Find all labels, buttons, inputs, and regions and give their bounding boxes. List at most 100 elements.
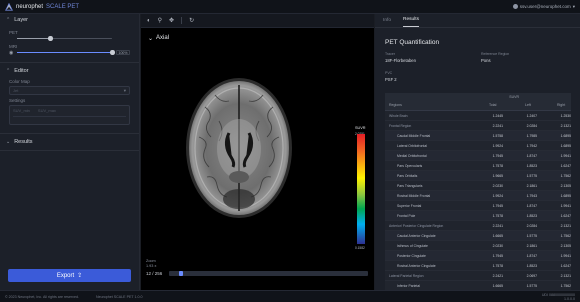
total-cell: 1.7945 <box>492 203 503 208</box>
results-section-header[interactable]: ⌄ Results <box>0 136 139 148</box>
region-name-cell: Isthmus of Cingulate <box>397 243 428 248</box>
table-row[interactable]: Pars Triangularis 2.0230 2.1861 2.1305 <box>385 181 571 191</box>
layer-section-header[interactable]: ⌃ Layer <box>0 14 139 26</box>
pet-opacity-slider[interactable] <box>17 36 112 41</box>
suvr-table: SUVR Regions Total Left Right Whole Brai… <box>385 93 571 290</box>
table-row[interactable]: Lateral Orbitofrontal 1.9924 1.7942 1.6895 <box>385 141 571 151</box>
right-cell: 1.9941 <box>560 153 571 158</box>
mri-opacity-slider[interactable] <box>17 50 115 55</box>
column-header-right: Right <box>557 103 566 107</box>
footer: © 2023 Neurophet, Inc. All rights are re… <box>0 290 580 302</box>
region-name-cell: Medial Orbitofrontal <box>397 153 427 158</box>
total-cell: 1.6665 <box>492 233 503 238</box>
top-bar: neurophet SCALE PET ssv.user@neurophet.c… <box>0 0 580 14</box>
left-cell: 1.8523 <box>526 263 537 268</box>
pet-slider-fill <box>17 37 51 40</box>
settings-range-track[interactable] <box>13 116 126 117</box>
region-name-cell: Rostral Middle Frontal <box>397 193 431 198</box>
total-cell: 1.9924 <box>492 193 503 198</box>
app-window: neurophet SCALE PET ssv.user@neurophet.c… <box>0 0 580 302</box>
total-cell: 1.7578 <box>492 163 503 168</box>
suv-min-field[interactable]: SUV_min <box>13 108 30 113</box>
right-cell: 1.9941 <box>560 203 571 208</box>
total-cell: 1.5758 <box>492 133 503 138</box>
toolbar-divider <box>181 17 183 24</box>
left-cell: 1.5775 <box>526 233 537 238</box>
table-row[interactable]: Caudal Middle Frontal 1.5758 1.7985 1.6895 <box>385 131 571 141</box>
region-name-cell: Caudal Middle Frontal <box>397 133 431 138</box>
contrast-icon[interactable]: ◐ <box>147 18 151 24</box>
mri-slider-handle[interactable] <box>110 50 115 55</box>
image-viewer[interactable]: ◐ ⚲ ✥ ↻ ⌄ Axial SUVR 0.1582 Zoom 1.93 x … <box>141 14 374 290</box>
total-cell: 1.9924 <box>492 143 503 148</box>
brand-logo-icon <box>5 2 13 11</box>
right-cell: 2.1321 <box>560 273 571 278</box>
region-name-cell: Pars Orbitalis <box>397 173 418 178</box>
zoom-icon[interactable]: ⚲ <box>158 17 162 24</box>
results-title: Results <box>14 139 33 145</box>
slice-slider-handle[interactable] <box>178 270 183 276</box>
region-name-cell: Caudal Anterior Cingulate <box>397 233 436 238</box>
udi-code: UDI 0880000000000 <box>541 292 575 297</box>
region-name-cell: Frontal Region <box>389 123 412 128</box>
total-cell: 1.2445 <box>492 113 503 118</box>
table-row[interactable]: Whole Brain 1.2445 1.2407 1.2530 <box>385 111 571 121</box>
tab-results[interactable]: Results <box>403 17 420 27</box>
quantification-meta: Tracer 18F-Florbetaben Reference Region … <box>385 52 571 90</box>
divider <box>0 133 139 134</box>
user-menu[interactable]: ssv.user@neurophet.com ▾ <box>512 4 575 10</box>
total-cell: 1.7578 <box>492 213 503 218</box>
chevron-down-icon: ⌄ <box>6 139 11 145</box>
colormap-select[interactable]: Jet ▾ <box>9 86 130 95</box>
table-row[interactable]: Lateral Parietal Region 2.2421 2.0697 2.132… <box>385 271 571 281</box>
table-row[interactable]: Isthmus of Cingulate 2.0230 2.1861 2.1305 <box>385 241 571 251</box>
suvr-group-header: SUVR <box>509 95 519 99</box>
view-selector[interactable]: ⌄ Axial <box>148 35 169 42</box>
mri-slider-fill <box>17 51 112 54</box>
table-row[interactable]: Caudal Anterior Cingulate 1.6665 1.5775 1.7… <box>385 231 571 241</box>
slice-slider[interactable] <box>169 270 368 276</box>
table-row[interactable]: Frontal Pole 1.7578 1.8523 1.6247 <box>385 211 571 221</box>
region-name-cell: Pars Opercularis <box>397 163 423 168</box>
right-cell: 1.6247 <box>560 213 571 218</box>
avatar-icon <box>512 4 518 9</box>
table-row[interactable]: Anterior/ Posterior Cingulate Region 2.22… <box>385 221 571 231</box>
table-row[interactable]: Posterior Cingulate 1.7945 1.8747 1.9941 <box>385 251 571 261</box>
reference-region-value: Pons <box>481 58 491 63</box>
total-cell: 2.0230 <box>492 183 503 188</box>
tab-info[interactable]: Info <box>383 18 391 27</box>
total-cell: 1.9665 <box>492 173 503 178</box>
slice-count: 12 / 256 <box>146 270 163 276</box>
left-cell: 1.5775 <box>526 173 537 178</box>
mri-value-box[interactable]: 100% <box>116 50 130 55</box>
editor-section-header[interactable]: ⌃ Editor <box>0 65 139 77</box>
eye-icon[interactable]: ◉ <box>9 50 13 56</box>
table-row[interactable]: Rostral Middle Frontal 1.9924 1.7943 1.6895 <box>385 191 571 201</box>
total-cell: 2.0230 <box>492 243 503 248</box>
region-name-cell: Posterior Cingulate <box>397 253 426 258</box>
table-row[interactable]: Pars Orbitalis 1.9665 1.5775 1.7562 <box>385 171 571 181</box>
product-name: SCALE PET <box>46 3 80 10</box>
version-info: Neurophet SCALE PET 1.0.0 <box>96 294 143 299</box>
reset-icon[interactable]: ↻ <box>189 17 194 24</box>
table-row[interactable]: Medial Orbitofrontal 1.7945 1.8747 1.9941 <box>385 151 571 161</box>
mri-axial-slice[interactable] <box>185 77 293 219</box>
table-row[interactable]: Inferior Parietal 1.6665 1.5775 1.7562 <box>385 281 571 290</box>
total-cell: 1.7578 <box>492 263 503 268</box>
table-row[interactable]: Superior Frontal 1.7945 1.8747 1.9941 <box>385 201 571 211</box>
brand-name: neurophet <box>16 3 44 10</box>
table-row[interactable]: Pars Opercularis 1.7578 1.8523 1.6247 <box>385 161 571 171</box>
table-body: Whole Brain 1.2445 1.2407 1.2530 Frontal Reg… <box>385 111 571 290</box>
left-cell: 1.8747 <box>526 153 537 158</box>
table-row[interactable]: Rostral Anterior Cingulate 1.7578 1.8523 1.… <box>385 261 571 271</box>
mri-slider-row: ◉ 100% <box>0 49 139 56</box>
suv-max-field[interactable]: SUV_max <box>38 108 56 113</box>
export-button[interactable]: Export ⇪ <box>8 269 131 282</box>
pvc-value: PSF 2 <box>385 77 397 82</box>
region-name-cell: Rostral Anterior Cingulate <box>397 263 436 268</box>
table-row[interactable]: Frontal Region 2.2241 2.0284 2.1321 <box>385 121 571 131</box>
right-cell: 2.1305 <box>560 243 571 248</box>
pet-slider-handle[interactable] <box>48 36 53 41</box>
view-label: Axial <box>156 35 170 41</box>
pan-icon[interactable]: ✥ <box>169 17 174 24</box>
